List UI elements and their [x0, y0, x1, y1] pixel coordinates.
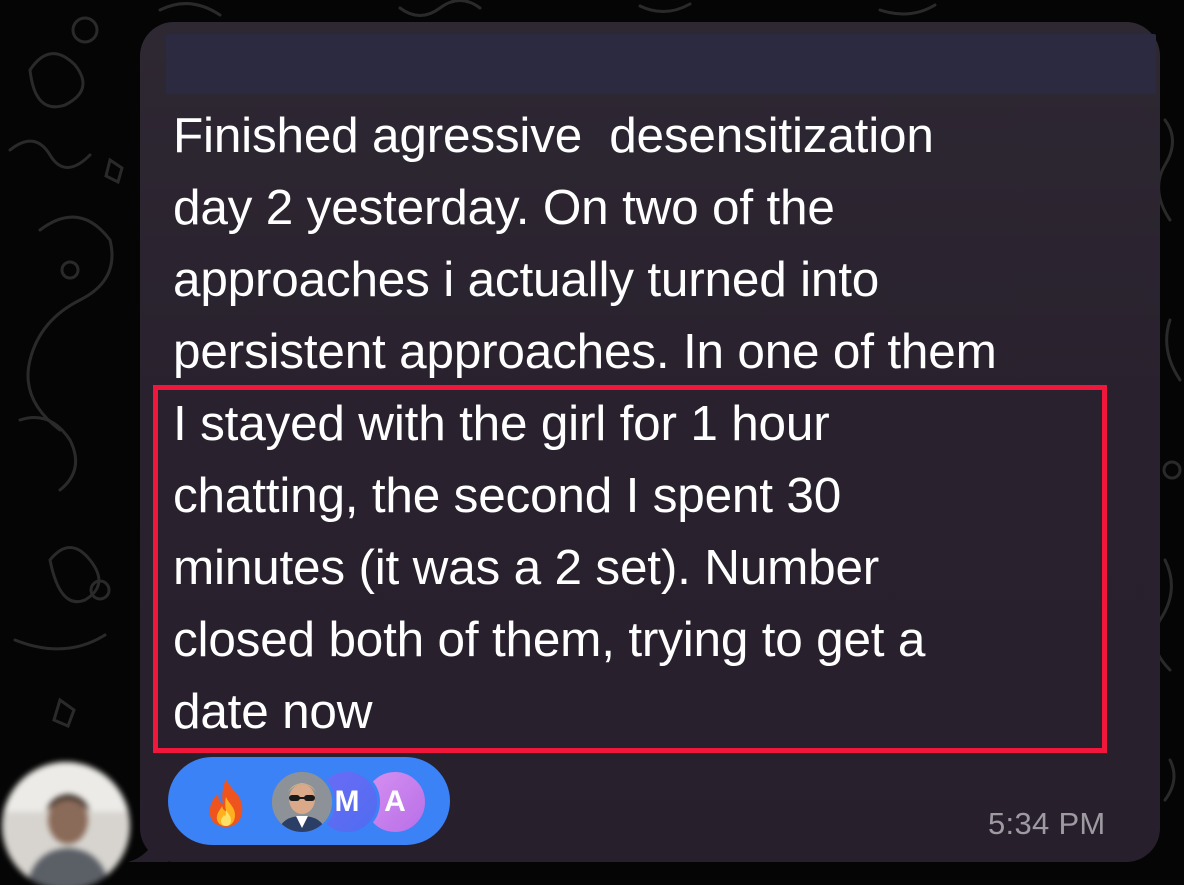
message-line: approaches i actually turned into [173, 252, 880, 307]
message-line: persistent approaches. In one of them [173, 324, 997, 379]
reactor-avatar-photo[interactable] [269, 769, 335, 835]
fire-icon [209, 779, 243, 827]
sender-name-redacted [166, 34, 1156, 94]
message-line: day 2 yesterday. On two of the [173, 180, 835, 235]
chat-screen: Finished agressive desensitization day 2… [0, 0, 1184, 885]
highlight-box [153, 385, 1107, 753]
person-icon [272, 772, 332, 832]
person-icon [2, 762, 130, 885]
sender-avatar[interactable] [2, 762, 130, 885]
message-timestamp: 5:34 PM [988, 806, 1106, 841]
message-line: Finished agressive desensitization [173, 108, 934, 163]
reaction-pill[interactable]: M A [168, 757, 450, 845]
